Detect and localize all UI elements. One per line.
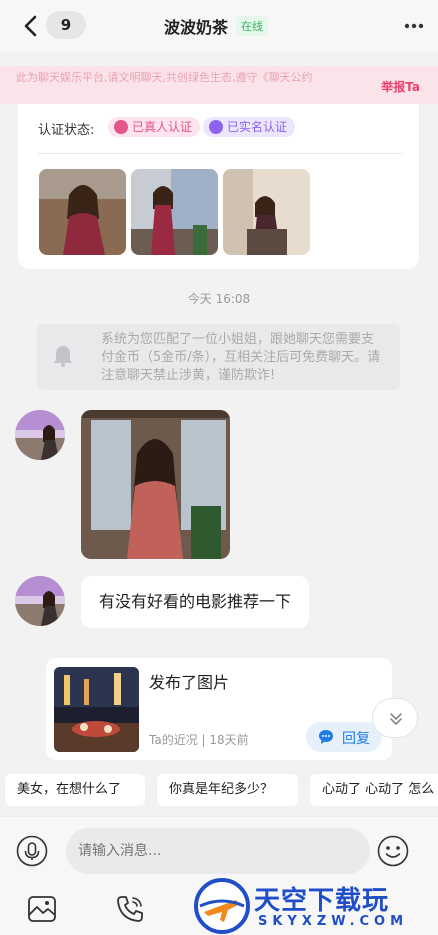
contact-name: 波波奶茶	[164, 18, 229, 37]
message-input[interactable]	[66, 828, 370, 874]
online-status-badge: 在线	[236, 16, 269, 36]
post-meta: Ta的近况 | 18天前	[149, 733, 249, 747]
quick-reply-chip[interactable]: 心动了 心动了 怎么	[310, 774, 438, 806]
chat-title: 波波奶茶 在线	[164, 14, 269, 38]
post-title: 发布了图片	[149, 673, 230, 692]
tag-label: 已真人认证	[132, 120, 193, 134]
chat-timestamp: 今天 16:08	[187, 292, 251, 306]
quick-reply-chip[interactable]: 你真是年纪多少？	[157, 774, 298, 806]
bell-icon	[54, 346, 72, 367]
chat-header: 9 波波奶茶 在线	[0, 0, 438, 52]
contact-avatar[interactable]	[15, 576, 65, 626]
divider	[38, 153, 403, 154]
phone-call-icon[interactable]	[114, 893, 146, 925]
profile-card: 认证状态: 已真人认证 已实名认证	[18, 104, 419, 269]
watermark-logo-icon	[194, 878, 250, 934]
chat-bubble-icon	[319, 730, 333, 744]
reply-label: 回复	[342, 731, 370, 747]
watermark: 天空下载玩 SKYXZW.COM	[192, 876, 438, 934]
profile-photo[interactable]	[223, 169, 310, 255]
reply-button[interactable]: 回复	[306, 722, 382, 752]
moment-post-card[interactable]: 发布了图片 Ta的近况 | 18天前 回复	[46, 658, 392, 760]
scroll-to-bottom-button[interactable]	[372, 698, 418, 738]
watermark-text-cn: 天空下载玩	[254, 886, 390, 916]
text-message-bubble: 有没有好看的电影推荐一下	[81, 576, 310, 628]
post-thumbnail[interactable]	[54, 667, 139, 752]
double-chevron-down-icon	[390, 713, 402, 725]
real-name-verified-tag: 已实名认证	[203, 117, 296, 137]
real-person-verified-tag: 已真人认证	[108, 117, 201, 137]
contact-avatar[interactable]	[15, 410, 65, 460]
notice-text: 此为聊天娱乐平台,请文明聊天,共创绿色生态,遵守《聊天公约	[16, 71, 313, 84]
image-message[interactable]	[81, 410, 230, 559]
watermark-text-en: SKYXZW.COM	[258, 914, 409, 929]
microphone-icon[interactable]	[16, 835, 48, 867]
image-picker-icon[interactable]	[26, 893, 58, 925]
verified-check-icon	[209, 120, 223, 134]
system-message: 系统为您匹配了一位小姐姐，跟她聊天您需要支付金币（5金币/条），互相关注后可免费…	[37, 324, 400, 390]
cert-status-label: 认证状态:	[38, 123, 95, 138]
system-message-text: 系统为您匹配了一位小姐姐，跟她聊天您需要支付金币（5金币/条），互相关注后可免费…	[101, 332, 381, 383]
more-options-icon[interactable]	[404, 23, 424, 29]
tag-label: 已实名认证	[227, 120, 288, 134]
profile-photo[interactable]	[131, 169, 218, 255]
report-button[interactable]: 举报Ta	[381, 78, 420, 95]
unread-count-badge[interactable]: 9	[46, 11, 86, 39]
back-arrow-icon[interactable]	[20, 14, 42, 38]
rules-notice-bar: 此为聊天娱乐平台,请文明聊天,共创绿色生态,遵守《聊天公约 举报Ta	[0, 66, 438, 104]
emoji-icon[interactable]	[377, 835, 409, 867]
quick-reply-chip[interactable]: 美女，在想什么了	[5, 774, 145, 806]
verified-check-icon	[114, 120, 128, 134]
profile-photo[interactable]	[39, 169, 126, 255]
